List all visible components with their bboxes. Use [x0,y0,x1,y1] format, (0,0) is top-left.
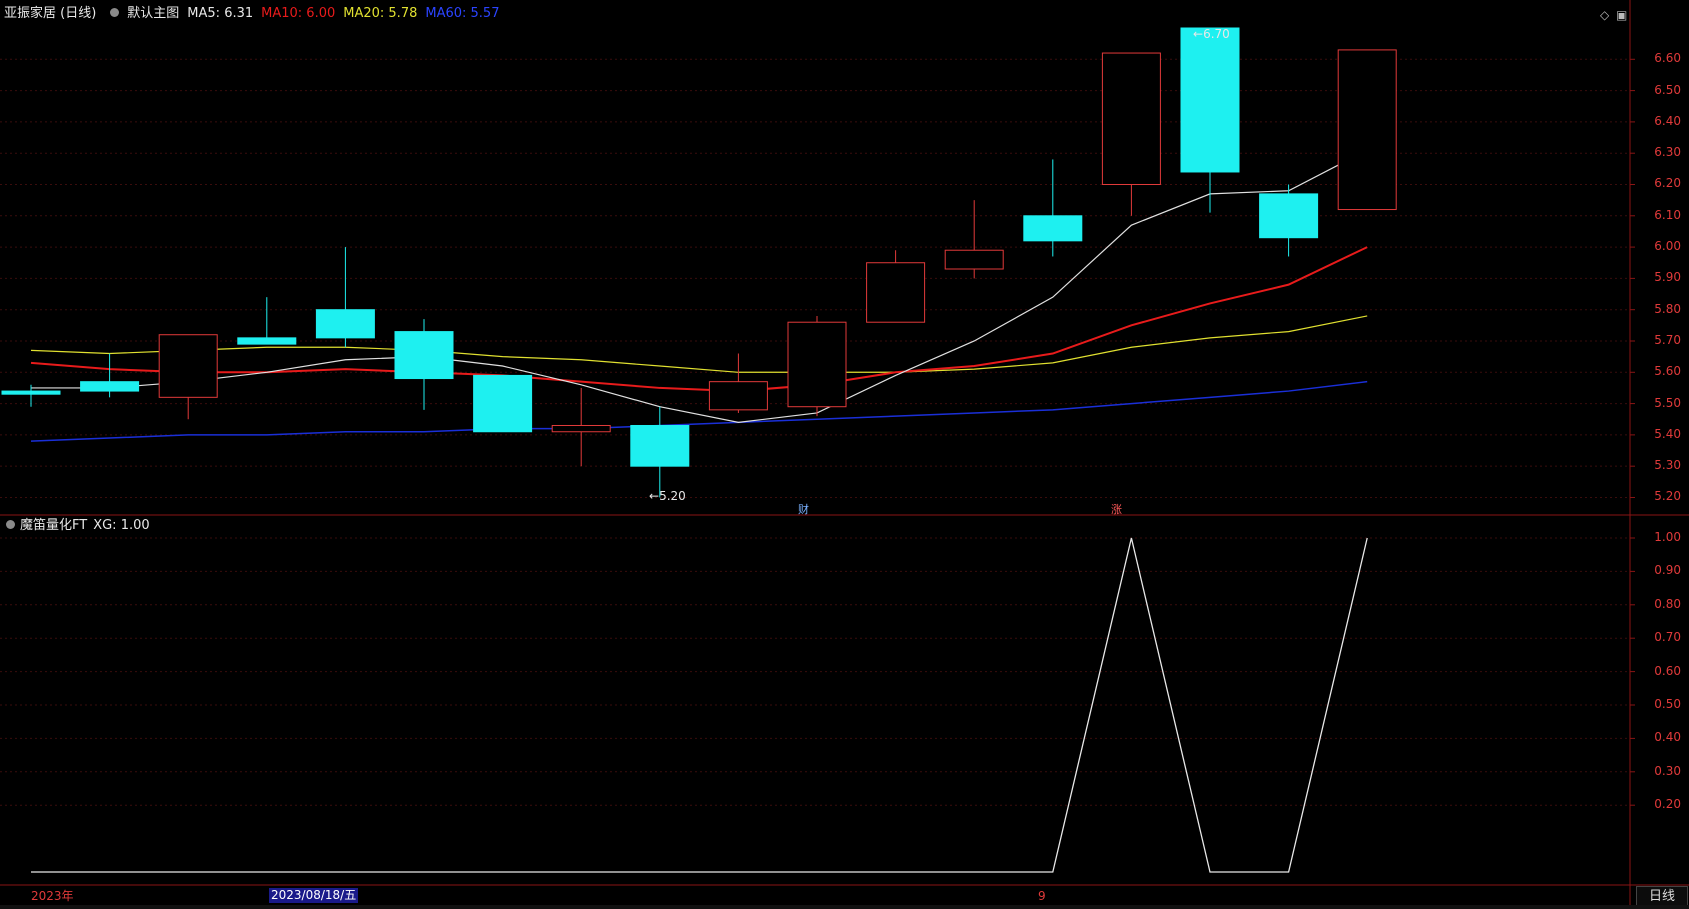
price-tick-label: 5.20 [1654,489,1681,504]
low-price-label: 5.20 [659,489,686,503]
indicator-tick-label: 0.20 [1654,797,1681,812]
price-tick-label: 6.50 [1654,82,1681,97]
candle-body [1101,52,1161,185]
candle [237,297,297,345]
candle [1101,52,1161,216]
candle-body [866,262,926,323]
candle-body [630,424,690,467]
candle-body [158,334,218,398]
price-tick-label: 5.90 [1654,270,1681,285]
candle-body [1023,215,1083,242]
price-tick-label: 6.10 [1654,207,1681,222]
candle [1337,49,1397,211]
time-axis: 2023年 2023/08/18/五 9 [0,887,1630,905]
ma20-line [30,315,1368,373]
candle [866,250,926,323]
chart-canvas[interactable] [0,0,1689,909]
candle [944,200,1004,279]
price-tick-label: 6.00 [1654,239,1681,254]
candle-body [1259,193,1319,239]
candle [315,247,375,348]
low-price-annotation: ←5.20 [649,489,686,503]
candle-body [708,381,768,411]
candle [551,387,611,467]
indicator-tick-label: 0.60 [1654,663,1681,678]
price-tick-label: 5.30 [1654,458,1681,473]
bottom-toolbar-strip [0,905,1689,909]
candle-body [551,424,611,433]
indicator-tick-label: 0.70 [1654,630,1681,645]
high-price-annotation: ←6.70 [1193,27,1230,41]
candle [80,353,140,398]
price-tick-label: 6.40 [1654,113,1681,128]
candle [473,374,533,433]
candle [1023,159,1083,257]
candle-body [1180,27,1240,173]
kline-window: 亚振家居 (日线) 默认主图 MA5: 6.31 MA10: 6.00 MA20: 5.… [0,0,1689,909]
candle-body [944,249,1004,270]
cursor-date-label: 2023/08/18/五 [269,888,359,903]
price-tick-label: 6.60 [1654,51,1681,66]
candle [158,334,218,420]
indicator-tick-label: 1.00 [1654,530,1681,544]
ma60-line [30,380,1368,442]
candle [630,406,690,498]
price-tick-label: 5.80 [1654,301,1681,316]
candle-body [394,331,454,380]
candle-body [1337,49,1397,211]
candle-body [1,390,61,395]
indicator-tick-label: 0.30 [1654,763,1681,778]
high-price-label: 6.70 [1203,27,1230,41]
candle-body [315,309,375,339]
candle [394,319,454,410]
indicator-tick-label: 0.90 [1654,563,1681,578]
candle [787,315,847,417]
price-tick-label: 5.60 [1654,364,1681,379]
indicator-tick-label: 0.40 [1654,730,1681,745]
price-tick-label: 5.50 [1654,395,1681,410]
price-tick-label: 6.20 [1654,176,1681,191]
price-tick-label: 5.70 [1654,332,1681,347]
price-tick-label: 6.30 [1654,145,1681,160]
candle-body [237,337,297,345]
limit-up-event-marker[interactable]: 涨 [1111,501,1122,517]
candle-body [80,381,140,392]
time-axis-month: 9 [1038,889,1046,903]
candle-body [473,374,533,433]
candle [708,353,768,413]
candle [1259,184,1319,257]
indicator-tick-label: 0.80 [1654,596,1681,611]
time-axis-year: 2023年 [31,889,74,903]
candle-body [787,321,847,408]
indicator-tick-label: 0.50 [1654,697,1681,711]
finance-event-marker[interactable]: 财 [798,501,809,517]
price-tick-label: 5.40 [1654,426,1681,441]
ma5-line [31,149,1368,423]
